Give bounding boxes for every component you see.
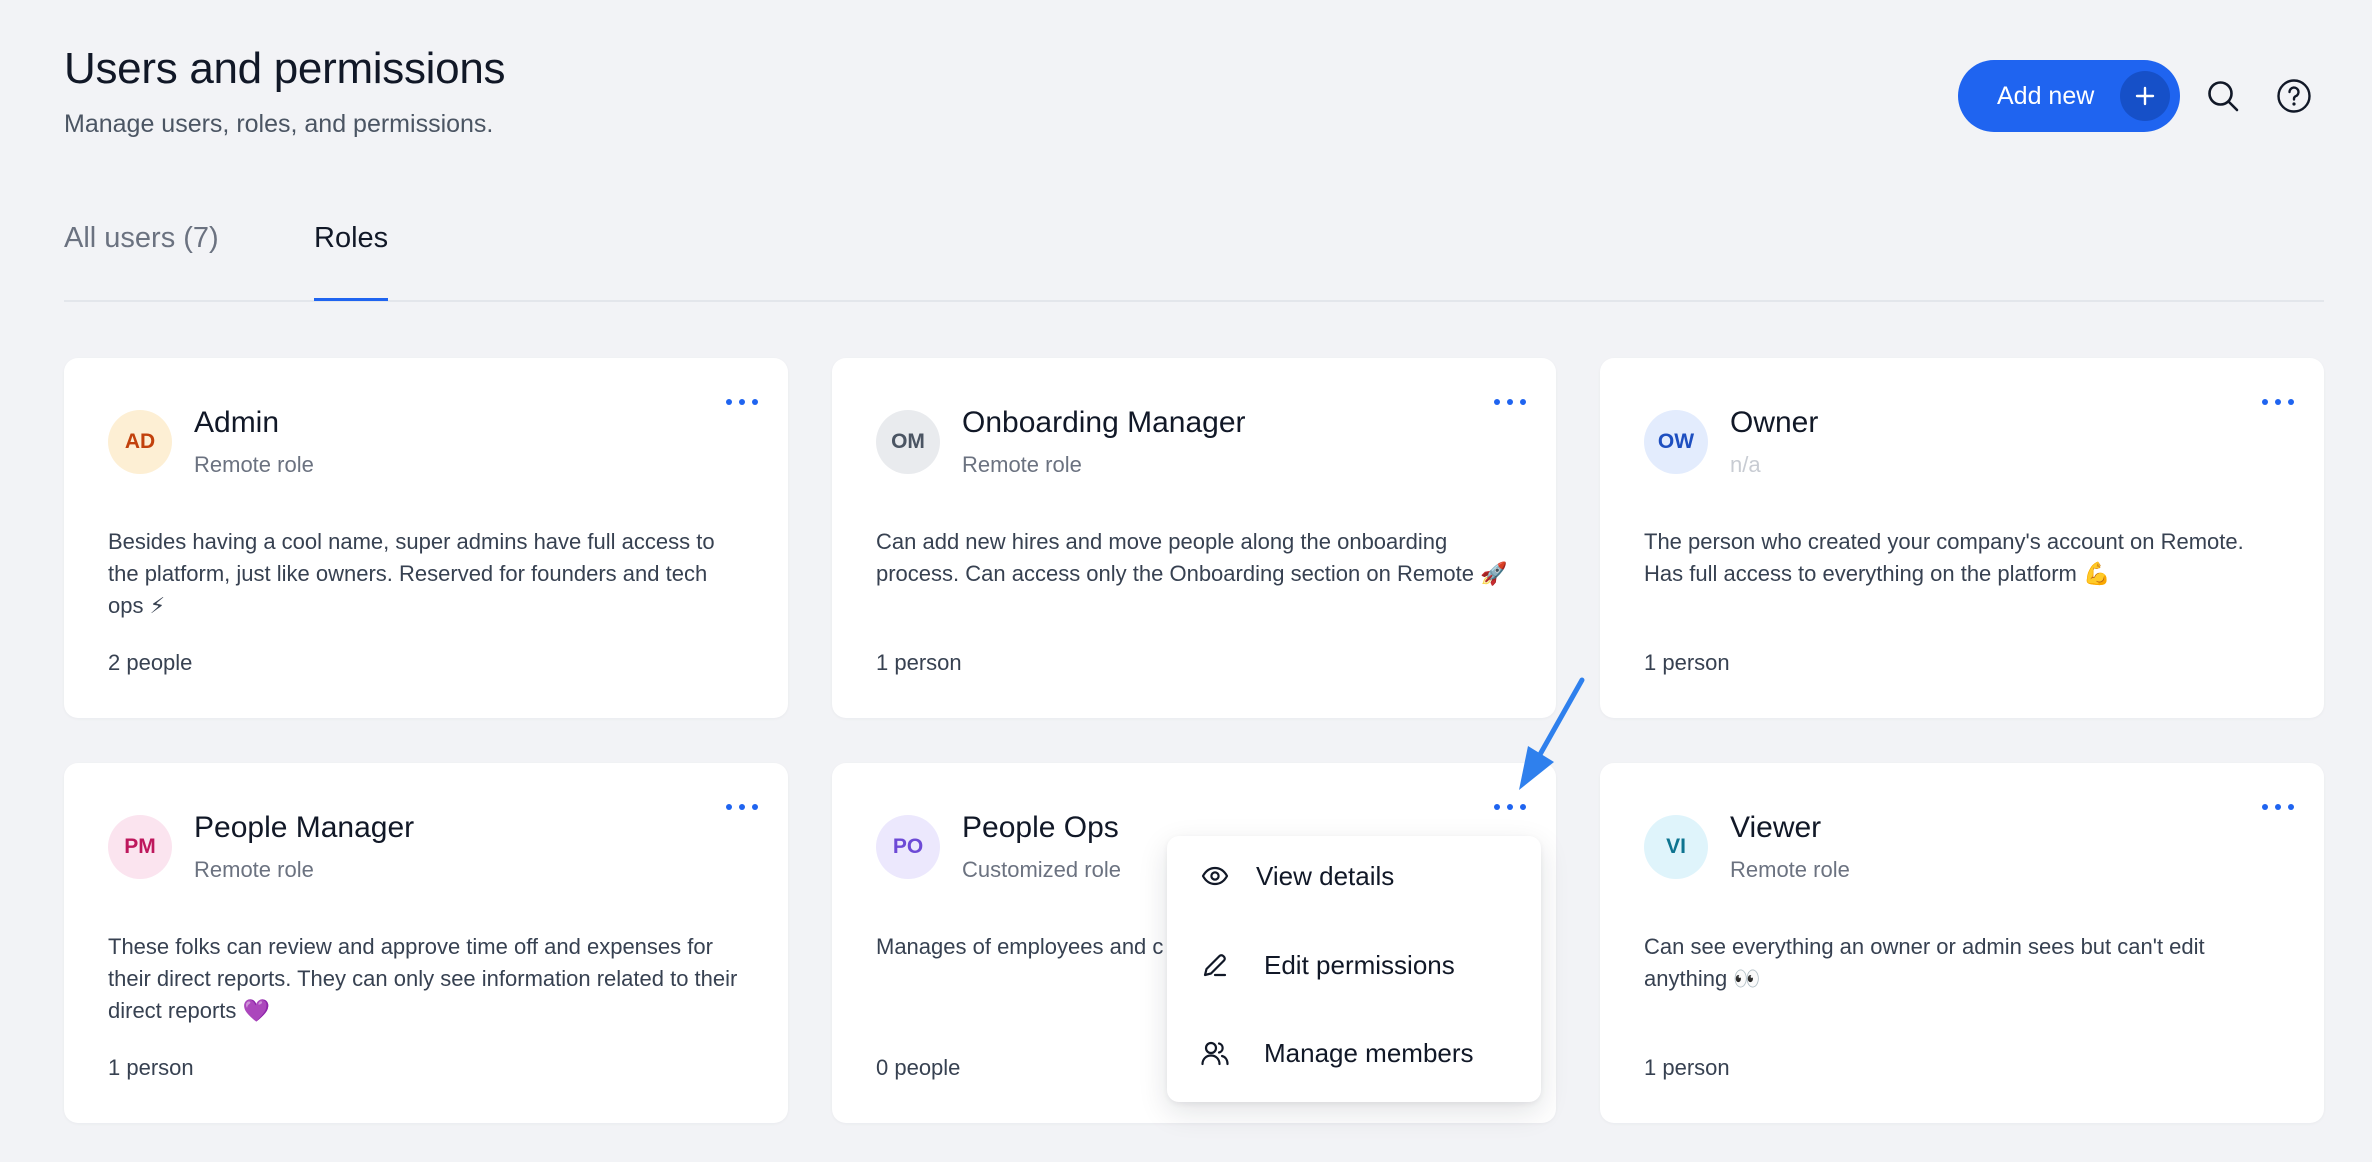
role-description: The person who created your company's ac… (1644, 529, 2244, 586)
avatar: AD (108, 410, 172, 474)
avatar: OW (1644, 410, 1708, 474)
avatar: PO (876, 815, 940, 879)
role-type: Customized role (962, 857, 1121, 882)
help-icon[interactable] (2276, 78, 2312, 114)
menu-item-edit-permissions[interactable]: Edit permissions (1167, 925, 1541, 1005)
role-options-menu: View details Edit permissions Manage mem… (1167, 836, 1541, 1102)
role-title: Viewer (1730, 811, 1822, 844)
role-type: n/a (1730, 452, 1761, 477)
role-title: People Ops (962, 811, 1119, 844)
menu-item-label: Manage members (1264, 1037, 1474, 1068)
menu-item-label: Edit permissions (1264, 949, 1455, 980)
plus-icon (2120, 71, 2170, 121)
role-description: These folks can review and approve time … (108, 934, 738, 1023)
role-description: Can see everything an owner or admin see… (1644, 934, 2205, 991)
annotation-arrow-icon (1519, 677, 1585, 790)
role-description: Besides having a cool name, super admins… (108, 529, 715, 618)
member-count: 0 people (876, 1055, 961, 1080)
search-icon[interactable] (2205, 78, 2241, 114)
more-options-icon[interactable] (2262, 799, 2294, 815)
role-description: Can add new hires and move people along … (876, 529, 1508, 586)
role-card-viewer[interactable]: VI Viewer Remote role Can see everything… (1600, 763, 2324, 1123)
tabs: All users (7) Roles (64, 222, 2324, 302)
role-card-admin[interactable]: AD Admin Remote role Besides having a co… (64, 358, 788, 718)
role-card-owner[interactable]: OW Owner n/a The person who created your… (1600, 358, 2324, 718)
avatar: PM (108, 815, 172, 879)
avatar: VI (1644, 815, 1708, 879)
eye-icon (1200, 861, 1230, 891)
more-options-icon[interactable] (1494, 394, 1526, 410)
member-count: 1 person (1644, 650, 1730, 675)
page-subtitle: Manage users, roles, and permissions. (64, 110, 494, 138)
add-new-button[interactable]: Add new (1958, 60, 2180, 132)
pencil-icon (1200, 950, 1230, 980)
more-options-icon[interactable] (726, 394, 758, 410)
page-title: Users and permissions (64, 44, 506, 93)
more-options-icon[interactable] (1494, 799, 1526, 815)
member-count: 1 person (1644, 1055, 1730, 1080)
add-new-label: Add new (1997, 81, 2095, 110)
role-title: Admin (194, 406, 280, 439)
role-type: Remote role (1730, 857, 1850, 882)
role-title: People Manager (194, 811, 415, 844)
role-card-onboarding-manager[interactable]: OM Onboarding Manager Remote role Can ad… (832, 358, 1556, 718)
menu-item-manage-members[interactable]: Manage members (1167, 1013, 1541, 1093)
member-count: 1 person (108, 1055, 194, 1080)
more-options-icon[interactable] (2262, 394, 2294, 410)
users-icon (1200, 1038, 1230, 1068)
role-type: Remote role (194, 452, 314, 477)
tab-all-users[interactable]: All users (7) (64, 222, 219, 300)
role-type: Remote role (962, 452, 1082, 477)
member-count: 2 people (108, 650, 193, 675)
role-card-people-manager[interactable]: PM People Manager Remote role These folk… (64, 763, 788, 1123)
more-options-icon[interactable] (726, 799, 758, 815)
avatar: OM (876, 410, 940, 474)
tab-roles[interactable]: Roles (314, 222, 389, 301)
menu-item-label: View details (1256, 860, 1395, 891)
member-count: 1 person (876, 650, 962, 675)
role-title: Owner (1730, 406, 1819, 439)
role-type: Remote role (194, 857, 314, 882)
role-title: Onboarding Manager (962, 406, 1246, 439)
menu-item-view-details[interactable]: View details (1167, 836, 1541, 916)
